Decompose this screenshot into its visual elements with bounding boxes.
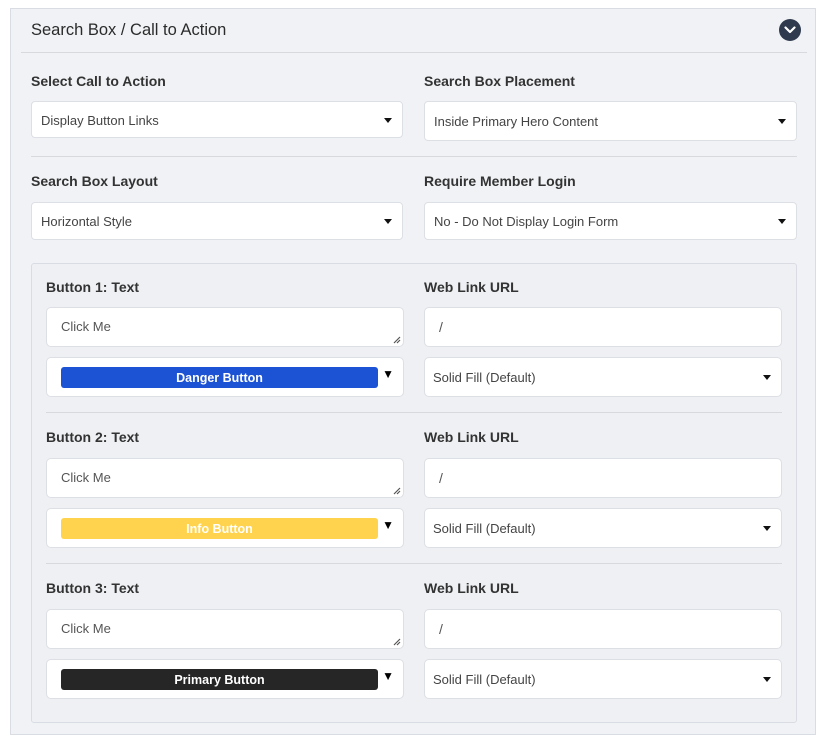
button-1-fill-value: Solid Fill (Default) — [433, 370, 536, 385]
caret-down-icon — [778, 219, 786, 224]
layout-label: Search Box Layout — [31, 173, 158, 189]
button-3-style-chip: Primary Button — [61, 669, 378, 690]
button-1-fill-select[interactable]: Solid Fill (Default) — [424, 357, 782, 397]
button-links-box: Button 1: Text Click Me Danger Button ▼ … — [31, 263, 797, 723]
button-1-url-value: / — [439, 319, 443, 335]
layout-value: Horizontal Style — [41, 214, 133, 229]
button-2-fill-value: Solid Fill (Default) — [433, 521, 536, 536]
search-box-cta-panel: Search Box / Call to Action Select Call … — [10, 8, 816, 735]
panel-header[interactable]: Search Box / Call to Action — [21, 9, 807, 53]
button-3-url-input[interactable]: / — [424, 609, 782, 649]
button-2-url-value: / — [439, 470, 443, 486]
button-3-url-label: Web Link URL — [424, 580, 519, 596]
button-3-text-label: Button 3: Text — [46, 580, 140, 596]
button-2-text-input[interactable]: Click Me — [46, 458, 404, 498]
chevron-down-icon[interactable] — [779, 19, 801, 41]
button-3-style-select[interactable]: Primary Button ▼ — [46, 659, 404, 699]
button-3-text-placeholder: Click Me — [61, 621, 111, 636]
layout-select[interactable]: Horizontal Style — [31, 202, 403, 240]
button-3-fill-value: Solid Fill (Default) — [433, 672, 536, 687]
member-login-value: No - Do Not Display Login Form — [434, 214, 619, 229]
resize-handle-icon[interactable] — [392, 335, 401, 344]
placement-select[interactable]: Inside Primary Hero Content — [424, 101, 797, 141]
resize-handle-icon[interactable] — [392, 637, 401, 646]
button-2-text-label: Button 2: Text — [46, 429, 140, 445]
divider — [46, 563, 782, 564]
button-2-style-select[interactable]: Info Button ▼ — [46, 508, 404, 548]
caret-down-icon — [384, 219, 392, 224]
button-3-style-label: Primary Button — [174, 672, 265, 687]
button-2-style-chip: Info Button — [61, 518, 378, 539]
resize-handle-icon[interactable] — [392, 486, 401, 495]
caret-down-icon — [763, 677, 771, 682]
button-2-text-placeholder: Click Me — [61, 470, 111, 485]
caret-down-icon — [384, 118, 392, 123]
divider — [31, 156, 797, 157]
caret-down-icon — [778, 119, 786, 124]
placement-label: Search Box Placement — [424, 73, 575, 89]
caret-down-icon — [763, 526, 771, 531]
call-to-action-value: Display Button Links — [41, 113, 159, 128]
divider — [46, 412, 782, 413]
caret-down-icon — [763, 375, 771, 380]
triangle-down-icon: ▼ — [382, 367, 394, 381]
button-2-style-label: Info Button — [186, 521, 253, 536]
button-1-style-select[interactable]: Danger Button ▼ — [46, 357, 404, 397]
call-to-action-label: Select Call to Action — [31, 73, 166, 89]
button-3-fill-select[interactable]: Solid Fill (Default) — [424, 659, 782, 699]
button-2-url-input[interactable]: / — [424, 458, 782, 498]
triangle-down-icon: ▼ — [382, 518, 394, 532]
triangle-down-icon: ▼ — [382, 669, 394, 683]
call-to-action-select[interactable]: Display Button Links — [31, 101, 403, 138]
button-1-text-input[interactable]: Click Me — [46, 307, 404, 347]
button-2-url-label: Web Link URL — [424, 429, 519, 445]
button-1-url-label: Web Link URL — [424, 279, 519, 295]
button-3-url-value: / — [439, 621, 443, 637]
button-1-style-chip: Danger Button — [61, 367, 378, 388]
placement-value: Inside Primary Hero Content — [434, 114, 599, 129]
button-3-text-input[interactable]: Click Me — [46, 609, 404, 649]
member-login-select[interactable]: No - Do Not Display Login Form — [424, 202, 797, 240]
button-2-fill-select[interactable]: Solid Fill (Default) — [424, 508, 782, 548]
button-1-style-label: Danger Button — [176, 370, 263, 385]
panel-title: Search Box / Call to Action — [31, 21, 227, 39]
member-login-label: Require Member Login — [424, 173, 576, 189]
button-1-text-placeholder: Click Me — [61, 319, 111, 334]
button-1-text-label: Button 1: Text — [46, 279, 140, 295]
button-1-url-input[interactable]: / — [424, 307, 782, 347]
